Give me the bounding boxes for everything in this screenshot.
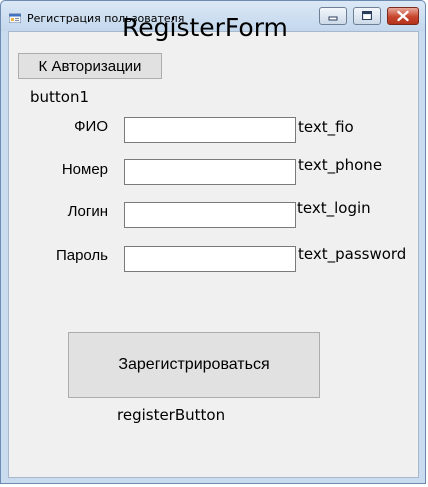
login-label: Логин xyxy=(67,203,108,220)
minimize-icon xyxy=(328,16,338,21)
close-button[interactable] xyxy=(387,7,419,25)
register-button[interactable]: Зарегистрироваться xyxy=(68,332,320,398)
minimize-button[interactable] xyxy=(319,7,347,25)
login-input[interactable] xyxy=(124,202,296,228)
fio-input-name-label: text_fio xyxy=(298,118,354,136)
auth-button-name-label: button1 xyxy=(30,88,90,106)
app-form-icon xyxy=(9,13,21,23)
maximize-button[interactable] xyxy=(353,7,381,25)
password-label: Пароль xyxy=(55,247,108,264)
password-input-name-label: text_password xyxy=(298,245,407,263)
maximize-icon xyxy=(362,11,372,20)
form-title: RegisterForm xyxy=(122,13,288,42)
password-input[interactable] xyxy=(124,246,296,272)
to-authorization-button[interactable]: К Авторизации xyxy=(18,53,162,79)
close-icon xyxy=(397,10,409,22)
register-button-name-label: registerButton xyxy=(117,406,226,424)
fio-input[interactable] xyxy=(124,117,296,143)
phone-label: Номер xyxy=(61,161,108,178)
login-input-name-label: text_login xyxy=(297,199,371,217)
fio-label: ФИО xyxy=(74,118,108,135)
phone-input[interactable] xyxy=(124,159,296,185)
phone-input-name-label: text_phone xyxy=(298,156,383,174)
